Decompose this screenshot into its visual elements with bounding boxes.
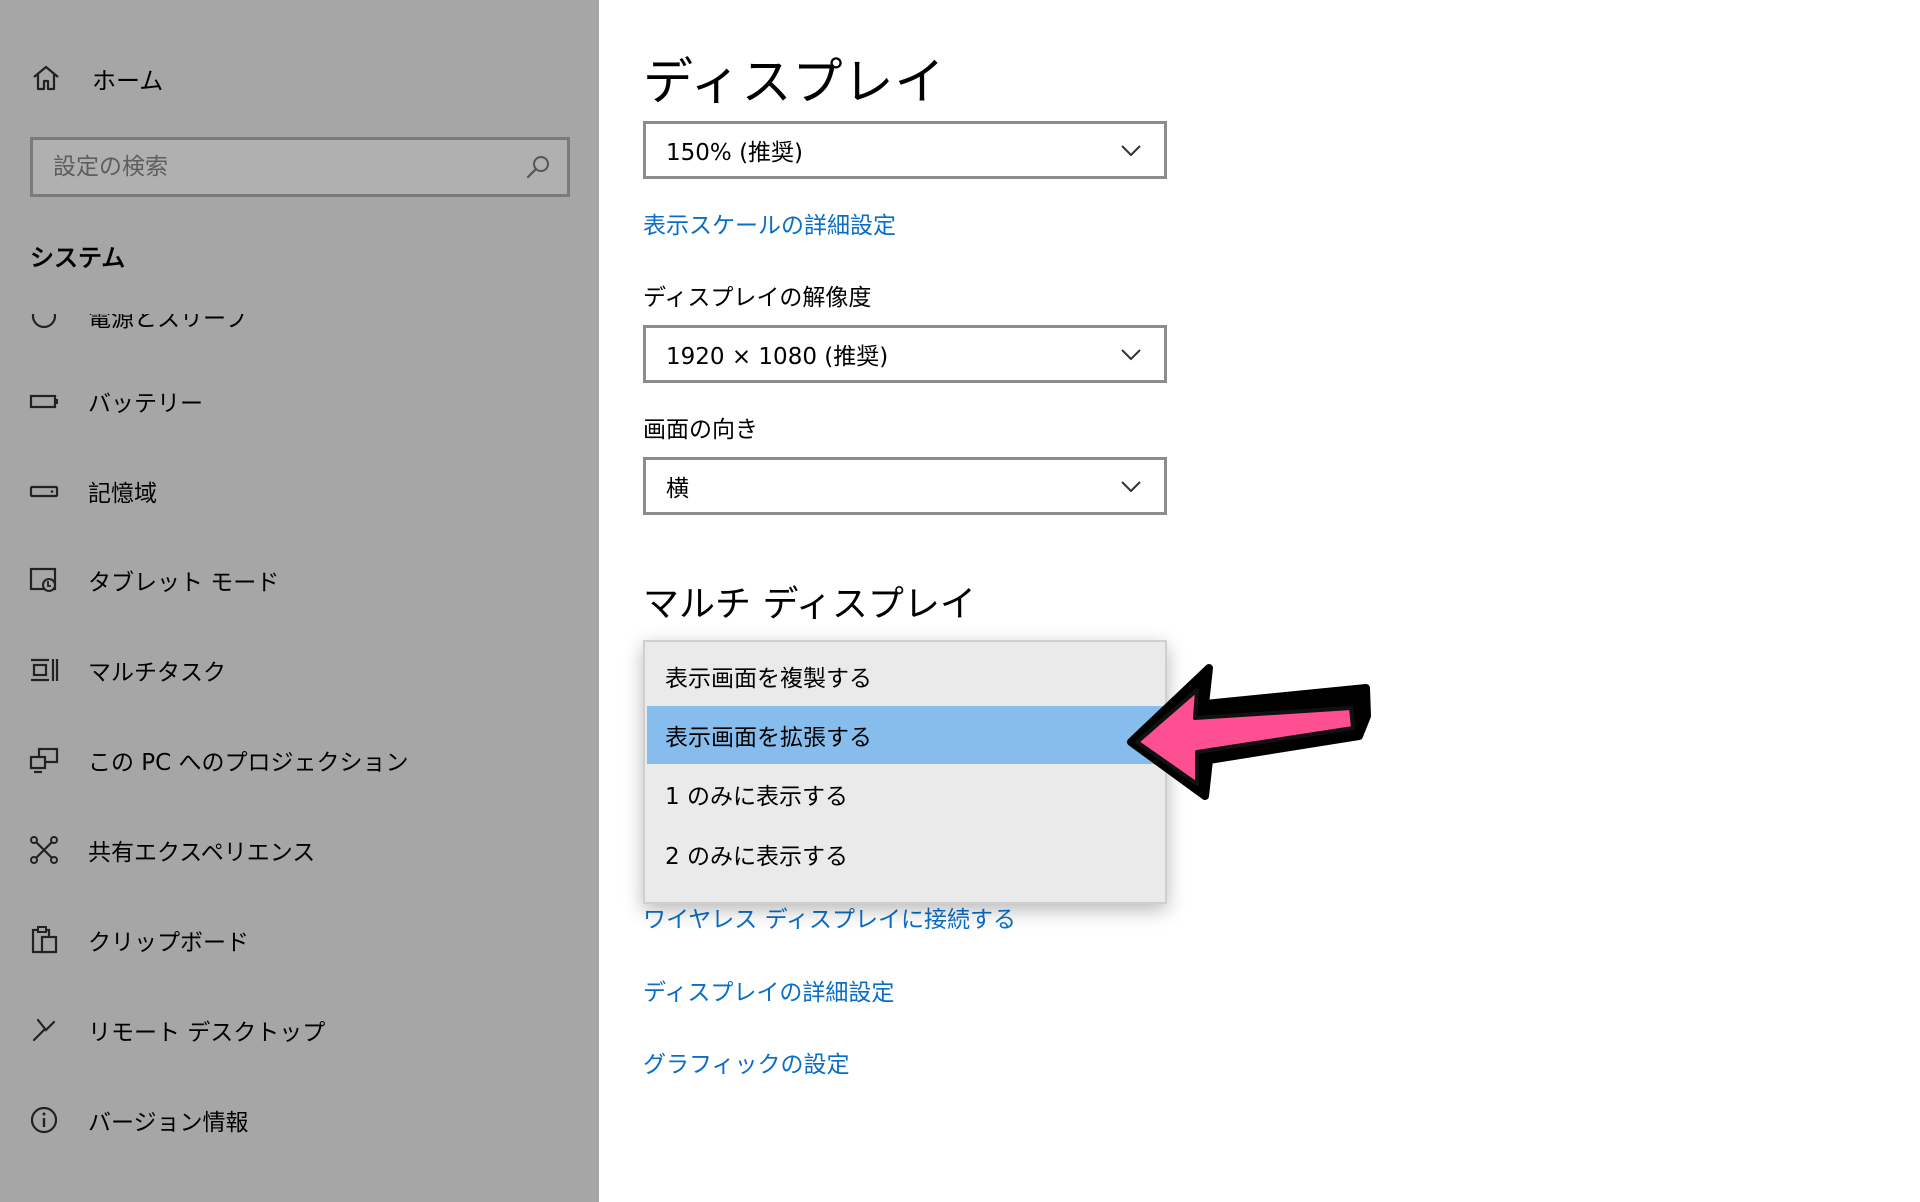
orientation-label: 画面の向き	[643, 417, 758, 443]
graphics-settings-link[interactable]: グラフィックの設定	[643, 1045, 850, 1079]
multi-display-dropdown-list[interactable]: 表示画面を複製する 表示画面を拡張する 1 のみに表示する 2 のみに表示する	[643, 640, 1167, 904]
sidebar-item-clipboard[interactable]: クリップボード	[28, 916, 249, 964]
sidebar-item-label: この PC へのプロジェクション	[88, 750, 409, 776]
sidebar-item-label: 電源とスリープ	[88, 306, 248, 332]
sidebar-item-label: バージョン情報	[88, 1110, 249, 1136]
chevron-down-icon	[1118, 473, 1144, 499]
settings-search-input[interactable]	[53, 154, 523, 180]
sidebar-item-multitasking[interactable]: マルチタスク	[28, 646, 226, 694]
resolution-select-value: 1920 × 1080 (推奨)	[666, 344, 889, 370]
home-label: ホーム	[92, 66, 164, 95]
sidebar: ホーム システム 電源とスリープ バッテリー 記憶域 タブレット モード	[0, 0, 599, 1202]
scale-select-value: 150% (推奨)	[666, 140, 804, 166]
projection-icon	[28, 744, 60, 776]
sidebar-item-remote-desktop[interactable]: リモート デスクトップ	[28, 1006, 325, 1054]
sidebar-item-label: 共有エクスペリエンス	[88, 840, 316, 866]
multitasking-icon	[28, 654, 60, 686]
home-icon	[30, 62, 62, 94]
orientation-select-value: 横	[666, 476, 689, 502]
search-icon[interactable]	[523, 152, 553, 182]
resolution-label: ディスプレイの解像度	[643, 285, 872, 311]
tablet-mode-icon	[28, 564, 60, 596]
power-icon	[28, 314, 60, 332]
multi-display-title: マルチ ディスプレイ	[643, 584, 976, 625]
main-content: ディスプレイ 150% (推奨) 表示スケールの詳細設定 ディスプレイの解像度 …	[599, 0, 1920, 1202]
clipboard-icon	[28, 924, 60, 956]
page-title: ディスプレイ	[643, 53, 946, 111]
home-nav-item[interactable]: ホーム	[30, 58, 163, 98]
option-show-only-2[interactable]: 2 のみに表示する	[647, 824, 1163, 884]
sidebar-item-label: クリップボード	[88, 930, 249, 956]
settings-search-box[interactable]	[30, 137, 570, 197]
sidebar-item-label: リモート デスクトップ	[88, 1020, 326, 1046]
option-show-only-1[interactable]: 1 のみに表示する	[647, 764, 1163, 824]
battery-icon	[28, 385, 60, 417]
shared-experience-icon	[28, 834, 60, 866]
sidebar-item-label: 記憶域	[88, 481, 157, 507]
section-title-system: システム	[30, 244, 126, 272]
sidebar-item-power-sleep[interactable]: 電源とスリープ	[28, 306, 248, 340]
sidebar-item-shared-experiences[interactable]: 共有エクスペリエンス	[28, 826, 315, 874]
sidebar-item-label: バッテリー	[88, 391, 203, 417]
orientation-select[interactable]: 横	[643, 457, 1167, 515]
option-duplicate[interactable]: 表示画面を複製する	[647, 646, 1163, 706]
advanced-scaling-link[interactable]: 表示スケールの詳細設定	[643, 206, 896, 240]
resolution-select[interactable]: 1920 × 1080 (推奨)	[643, 325, 1167, 383]
info-icon	[28, 1104, 60, 1136]
chevron-down-icon	[1118, 137, 1144, 163]
sidebar-item-about[interactable]: バージョン情報	[28, 1096, 249, 1144]
sidebar-item-label: マルチタスク	[88, 660, 226, 686]
wireless-display-link[interactable]: ワイヤレス ディスプレイに接続する	[643, 900, 1016, 934]
sidebar-item-storage[interactable]: 記憶域	[28, 467, 157, 515]
sidebar-item-label: タブレット モード	[88, 570, 280, 596]
sidebar-item-tablet-mode[interactable]: タブレット モード	[28, 556, 279, 604]
storage-icon	[28, 475, 60, 507]
sidebar-item-battery[interactable]: バッテリー	[28, 377, 203, 425]
sidebar-item-projection[interactable]: この PC へのプロジェクション	[28, 736, 409, 784]
advanced-display-link[interactable]: ディスプレイの詳細設定	[643, 973, 894, 1007]
option-extend[interactable]: 表示画面を拡張する	[647, 706, 1163, 764]
scale-select[interactable]: 150% (推奨)	[643, 121, 1167, 179]
remote-desktop-icon	[28, 1014, 60, 1046]
chevron-down-icon	[1118, 341, 1144, 367]
